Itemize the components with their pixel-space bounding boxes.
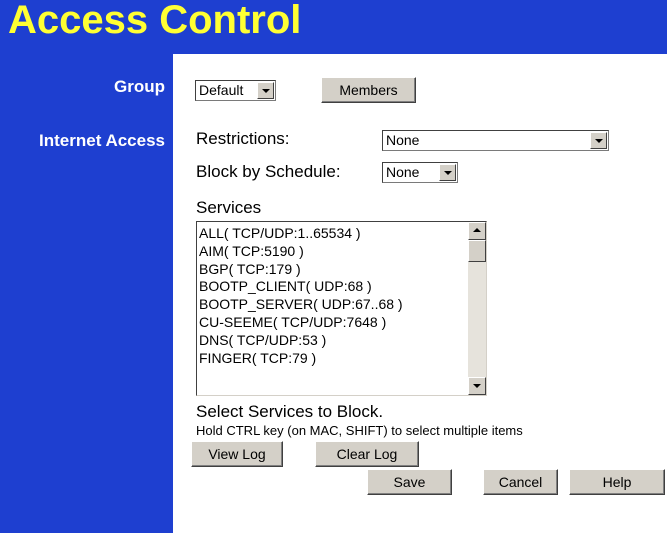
- schedule-label: Block by Schedule:: [196, 162, 341, 181]
- main-content: Default Members Restrictions: None Block…: [173, 54, 667, 533]
- header-bar: Access Control: [0, 0, 667, 54]
- services-label: Services: [196, 198, 262, 217]
- chevron-down-icon: [439, 164, 456, 181]
- members-button[interactable]: Members: [321, 77, 416, 103]
- list-item[interactable]: BOOTP_SERVER( UDP:67..68 ): [199, 296, 465, 314]
- sidebar: Group Internet Access: [0, 54, 173, 533]
- internet-access-label: Internet Access: [39, 131, 165, 150]
- save-button[interactable]: Save: [367, 469, 452, 495]
- list-item[interactable]: CU-SEEME( TCP/UDP:7648 ): [199, 314, 465, 332]
- restrictions-label: Restrictions:: [196, 129, 290, 148]
- group-select-value: Default: [199, 82, 244, 98]
- clear-log-button[interactable]: Clear Log: [315, 441, 419, 467]
- view-log-button[interactable]: View Log: [191, 441, 283, 467]
- services-instruction: Select Services to Block.: [196, 402, 384, 421]
- restrictions-select-value: None: [386, 132, 420, 148]
- page-title: Access Control: [8, 0, 302, 42]
- help-button[interactable]: Help: [569, 469, 665, 495]
- services-list: ALL( TCP/UDP:1..65534 ) AIM( TCP:5190 ) …: [199, 225, 465, 367]
- list-item[interactable]: BGP( TCP:179 ): [199, 261, 465, 279]
- list-item[interactable]: AIM( TCP:5190 ): [199, 243, 465, 261]
- chevron-down-icon: [257, 82, 274, 99]
- services-hint: Hold CTRL key (on MAC, SHIFT) to select …: [196, 423, 523, 438]
- scroll-down-icon[interactable]: [468, 377, 486, 395]
- chevron-down-icon: [590, 132, 607, 149]
- services-scrollbar[interactable]: [468, 222, 486, 395]
- list-item[interactable]: DNS( TCP/UDP:53 ): [199, 332, 465, 350]
- list-item[interactable]: ALL( TCP/UDP:1..65534 ): [199, 225, 465, 243]
- list-item[interactable]: BOOTP_CLIENT( UDP:68 ): [199, 278, 465, 296]
- scroll-up-icon[interactable]: [468, 222, 486, 240]
- group-select[interactable]: Default: [195, 80, 276, 101]
- group-label: Group: [114, 77, 165, 96]
- schedule-select[interactable]: None: [382, 162, 458, 183]
- list-item[interactable]: FINGER( TCP:79 ): [199, 350, 465, 368]
- services-listbox[interactable]: ALL( TCP/UDP:1..65534 ) AIM( TCP:5190 ) …: [196, 221, 487, 396]
- restrictions-select[interactable]: None: [382, 130, 609, 151]
- schedule-select-value: None: [386, 164, 420, 180]
- cancel-button[interactable]: Cancel: [483, 469, 558, 495]
- scroll-thumb[interactable]: [468, 240, 486, 262]
